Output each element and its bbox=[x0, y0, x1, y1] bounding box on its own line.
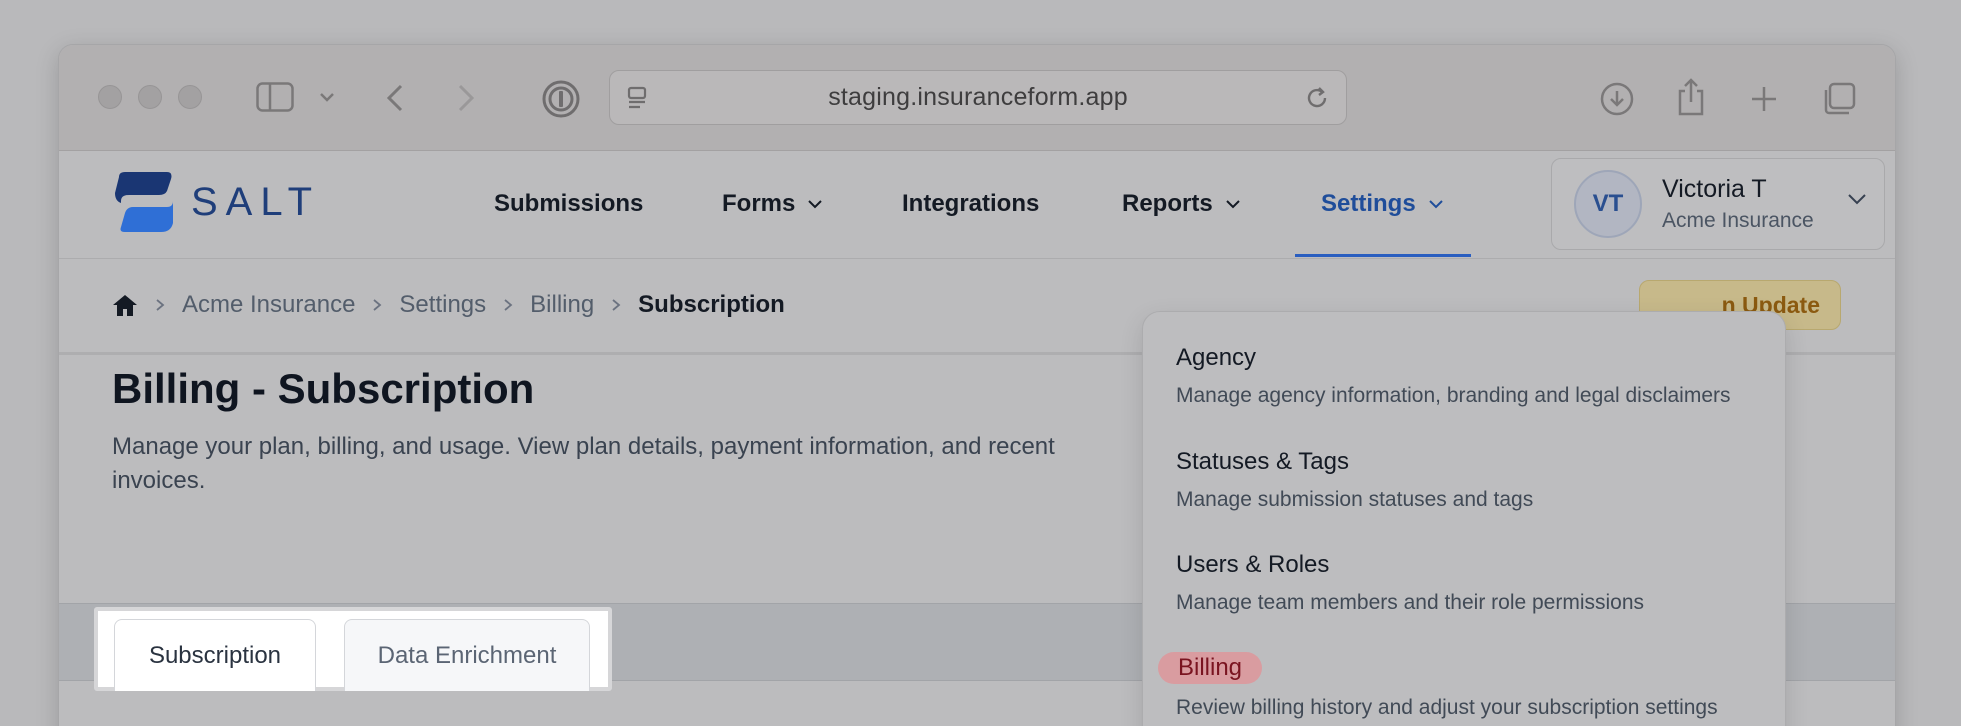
breadcrumb-billing[interactable]: Billing bbox=[530, 291, 594, 319]
nav-forms-label: Forms bbox=[722, 190, 796, 217]
browser-window: staging.insuranceform.app SALT Submissio… bbox=[59, 45, 1895, 726]
page-description: Manage your plan, billing, and usage. Vi… bbox=[112, 433, 1055, 494]
menu-item-title: Agency bbox=[1176, 344, 1257, 371]
page-title: Billing - Subscription bbox=[112, 365, 535, 412]
nav-integrations-label: Integrations bbox=[902, 190, 1040, 217]
breadcrumb-acme-insurance[interactable]: Acme Insurance bbox=[182, 291, 355, 319]
tab-overview-icon[interactable] bbox=[1819, 79, 1859, 119]
chevron-down-icon bbox=[1847, 192, 1867, 210]
forward-icon[interactable] bbox=[454, 81, 478, 115]
zoom-window-button[interactable] bbox=[178, 85, 202, 109]
menu-item-title: Statuses & Tags bbox=[1176, 448, 1349, 475]
menu-item-title: Billing bbox=[1158, 652, 1263, 684]
reload-icon[interactable] bbox=[1302, 83, 1332, 113]
app-header: SALT Submissions Forms Integrations Repo… bbox=[59, 151, 1895, 259]
page-settings-icon[interactable] bbox=[624, 83, 654, 113]
close-window-button[interactable] bbox=[98, 85, 122, 109]
chevron-down-icon bbox=[1428, 199, 1444, 209]
share-icon[interactable] bbox=[1671, 75, 1711, 119]
chevron-down-icon[interactable] bbox=[317, 89, 337, 105]
menu-item-users-roles[interactable]: Users & Roles Manage team members and th… bbox=[1176, 551, 1644, 615]
chevron-right-icon bbox=[155, 298, 165, 312]
user-name: Victoria T bbox=[1662, 175, 1767, 203]
chevron-down-icon bbox=[1225, 199, 1241, 209]
nav-submissions[interactable]: Submissions bbox=[494, 151, 643, 257]
menu-item-billing[interactable]: Billing Review billing history and adjus… bbox=[1158, 652, 1718, 720]
nav-forms[interactable]: Forms bbox=[722, 151, 823, 257]
chevron-right-icon bbox=[611, 298, 621, 312]
menu-item-desc: Manage team members and their role permi… bbox=[1176, 591, 1645, 614]
browser-toolbar: staging.insuranceform.app bbox=[59, 45, 1895, 151]
back-icon[interactable] bbox=[383, 81, 407, 115]
nav-submissions-label: Submissions bbox=[494, 190, 644, 217]
menu-item-title: Users & Roles bbox=[1176, 551, 1330, 578]
breadcrumb: Acme Insurance Settings Billing Subscrip… bbox=[112, 260, 785, 350]
salt-logo-icon bbox=[115, 172, 173, 232]
downloads-icon[interactable] bbox=[1597, 79, 1637, 119]
new-tab-icon[interactable] bbox=[1746, 81, 1782, 117]
user-menu-button[interactable]: VT Victoria T Acme Insurance bbox=[1551, 158, 1885, 250]
logo-text: SALT bbox=[191, 179, 321, 224]
chevron-down-icon bbox=[807, 199, 823, 209]
home-icon[interactable] bbox=[112, 293, 138, 317]
nav-reports[interactable]: Reports bbox=[1122, 151, 1241, 257]
minimize-window-button[interactable] bbox=[138, 85, 162, 109]
chevron-right-icon bbox=[372, 298, 382, 312]
nav-settings-label: Settings bbox=[1321, 190, 1416, 217]
user-org: Acme Insurance bbox=[1662, 209, 1814, 232]
url-text: staging.insuranceform.app bbox=[828, 83, 1128, 111]
menu-item-statuses-tags[interactable]: Statuses & Tags Manage submission status… bbox=[1176, 448, 1533, 512]
password-manager-icon[interactable] bbox=[541, 79, 581, 119]
menu-item-desc: Manage agency information, branding and … bbox=[1176, 384, 1731, 407]
menu-item-agency[interactable]: Agency Manage agency information, brandi… bbox=[1176, 344, 1731, 408]
nav-settings[interactable]: Settings bbox=[1321, 151, 1444, 257]
avatar: VT bbox=[1574, 170, 1642, 238]
tab-subscription[interactable]: Subscription bbox=[114, 619, 316, 691]
salt-logo[interactable]: SALT bbox=[111, 171, 320, 233]
address-bar[interactable]: staging.insuranceform.app bbox=[609, 70, 1347, 125]
breadcrumb-settings[interactable]: Settings bbox=[399, 291, 486, 319]
menu-item-desc: Manage submission statuses and tags bbox=[1176, 488, 1534, 511]
active-nav-indicator bbox=[1295, 254, 1471, 257]
nav-reports-label: Reports bbox=[1122, 190, 1213, 217]
sidebar-toggle-icon[interactable] bbox=[255, 81, 295, 113]
chevron-right-icon bbox=[503, 298, 513, 312]
breadcrumb-subscription: Subscription bbox=[638, 291, 785, 318]
nav-integrations[interactable]: Integrations bbox=[902, 151, 1039, 257]
tab-data-enrichment[interactable]: Data Enrichment bbox=[344, 619, 590, 691]
settings-dropdown-menu: Agency Manage agency information, brandi… bbox=[1142, 311, 1786, 726]
menu-item-desc: Review billing history and adjust your s… bbox=[1176, 696, 1718, 719]
